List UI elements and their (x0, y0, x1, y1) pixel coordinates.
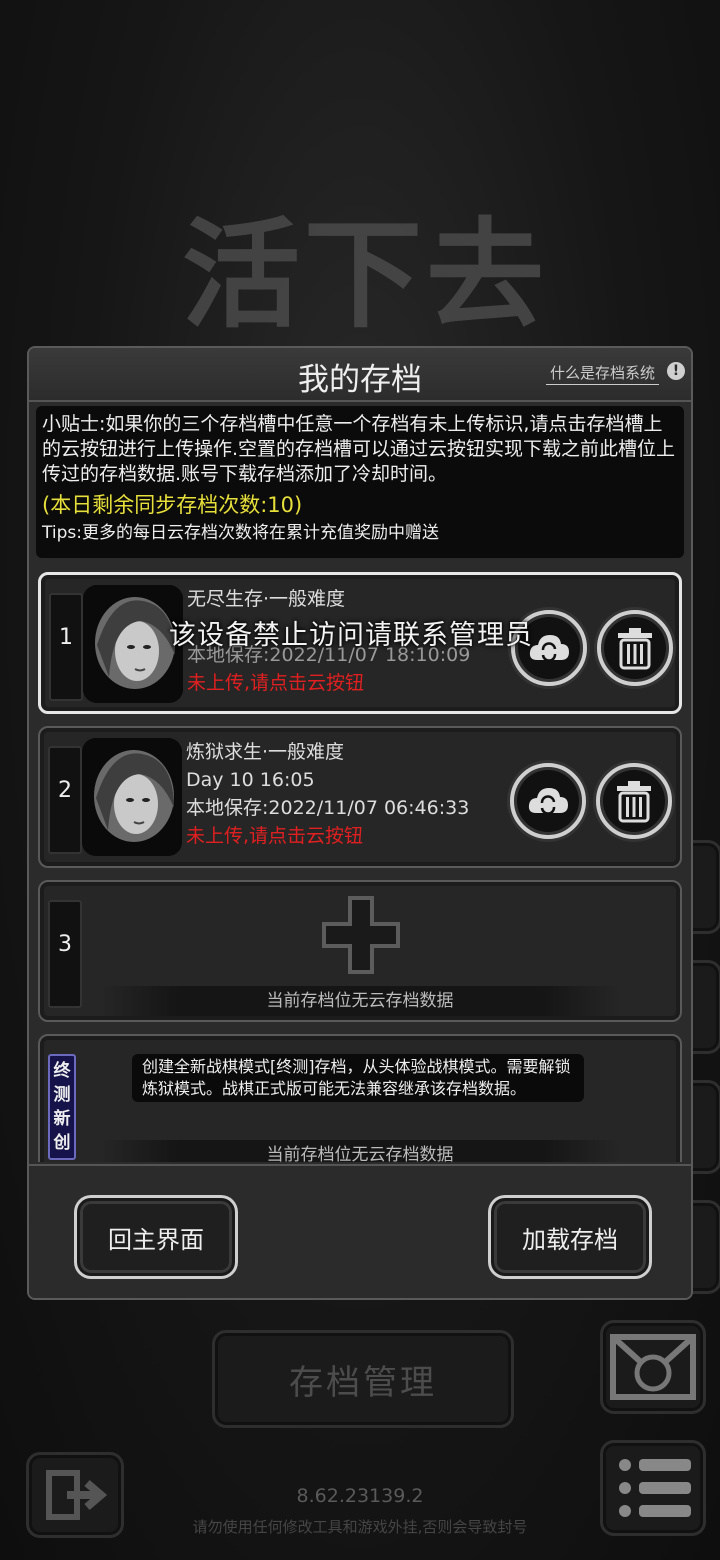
trash-icon (618, 628, 652, 670)
save-slot-3[interactable]: 3 当前存档位无云存档数据 (38, 880, 682, 1022)
plus-icon[interactable] (320, 894, 402, 976)
slot-number: 1 (59, 625, 73, 650)
save-system-help-link[interactable]: 什么是存档系统 (545, 362, 659, 385)
save-slot-list[interactable]: 1 无尽生存·一般难度 本地保存:2022/11/07 18:10:09 未上传… (29, 566, 691, 1162)
slot-number: 3 (58, 932, 72, 957)
save-manage-button: 存档管理 (212, 1330, 514, 1428)
cloud-button[interactable] (510, 763, 586, 839)
save-dialog: 我的存档 什么是存档系统 ! 小贴士:如果你的三个存档槽中任意一个存档有未上传标… (27, 346, 693, 1300)
character-portrait (82, 738, 182, 856)
empty-slot-label: 当前存档位无云存档数据 (100, 986, 620, 1016)
cloud-sync-icon (529, 635, 569, 662)
dialog-header: 我的存档 什么是存档系统 ! (29, 348, 691, 402)
slot-mode: 炼狱求生·一般难度 (186, 741, 345, 763)
slot-upload-status: 未上传,请点击云按钮 (187, 672, 365, 694)
mail-icon (610, 1334, 696, 1400)
cloud-sync-icon (528, 788, 568, 815)
new-mode-description: 创建全新战棋模式[终测]存档，从头体验战棋模式。需要解锁炼狱模式。战棋正式版可能… (132, 1054, 584, 1102)
new-mode-badge: 终测新创 (48, 1054, 76, 1160)
access-denied-toast: 该设备禁止访问请联系管理员 (169, 620, 533, 651)
version-label: 8.62.23139.2 (296, 1485, 424, 1507)
trash-icon (617, 781, 651, 823)
sync-count-text: (本日剩余同步存档次数:10) (42, 493, 303, 517)
help-icon[interactable]: ! (667, 362, 685, 380)
back-to-main-button[interactable]: 回主界面 (77, 1198, 235, 1276)
tips-text: 小贴士:如果你的三个存档槽中任意一个存档有未上传标识,请点击存档槽上的云按钮进行… (42, 413, 676, 485)
delete-button[interactable] (596, 763, 672, 839)
slot-info: 炼狱求生·一般难度 Day 10 16:05 本地保存:2022/11/07 0… (186, 738, 469, 850)
avatar (82, 738, 182, 856)
delete-button[interactable] (597, 610, 673, 686)
save-slot-2[interactable]: 2 炼狱求生·一般难度 Day 10 16:05 本地保存:2022/11/07… (38, 726, 682, 868)
slot-number: 2 (58, 778, 72, 803)
tips-box: 小贴士:如果你的三个存档槽中任意一个存档有未上传标识,请点击存档槽上的云按钮进行… (36, 406, 684, 558)
slot-upload-status: 未上传,请点击云按钮 (186, 825, 364, 847)
slot-day-time: Day 10 16:05 (186, 769, 315, 791)
game-title-logo: 活下去 (181, 205, 548, 344)
avatar (83, 585, 183, 703)
new-tactics-slot[interactable]: 终测新创 创建全新战棋模式[终测]存档，从头体验战棋模式。需要解锁炼狱模式。战棋… (38, 1034, 682, 1162)
save-slot-1[interactable]: 1 无尽生存·一般难度 本地保存:2022/11/07 18:10:09 未上传… (38, 572, 682, 714)
warning-label: 请勿使用任何修改工具和游戏外挂,否则会导致封号 (192, 1518, 528, 1536)
slot-local-save: 本地保存:2022/11/07 06:46:33 (186, 797, 470, 819)
character-portrait (83, 585, 183, 703)
dialog-footer: 回主界面 加载存档 (29, 1164, 691, 1298)
load-save-button[interactable]: 加载存档 (491, 1198, 649, 1276)
mail-button (600, 1320, 706, 1414)
empty-slot-label: 当前存档位无云存档数据 (100, 1140, 620, 1162)
tips-more-text: Tips:更多的每日云存档次数将在累计充值奖励中赠送 (42, 523, 439, 543)
slot-mode: 无尽生存·一般难度 (187, 588, 346, 610)
